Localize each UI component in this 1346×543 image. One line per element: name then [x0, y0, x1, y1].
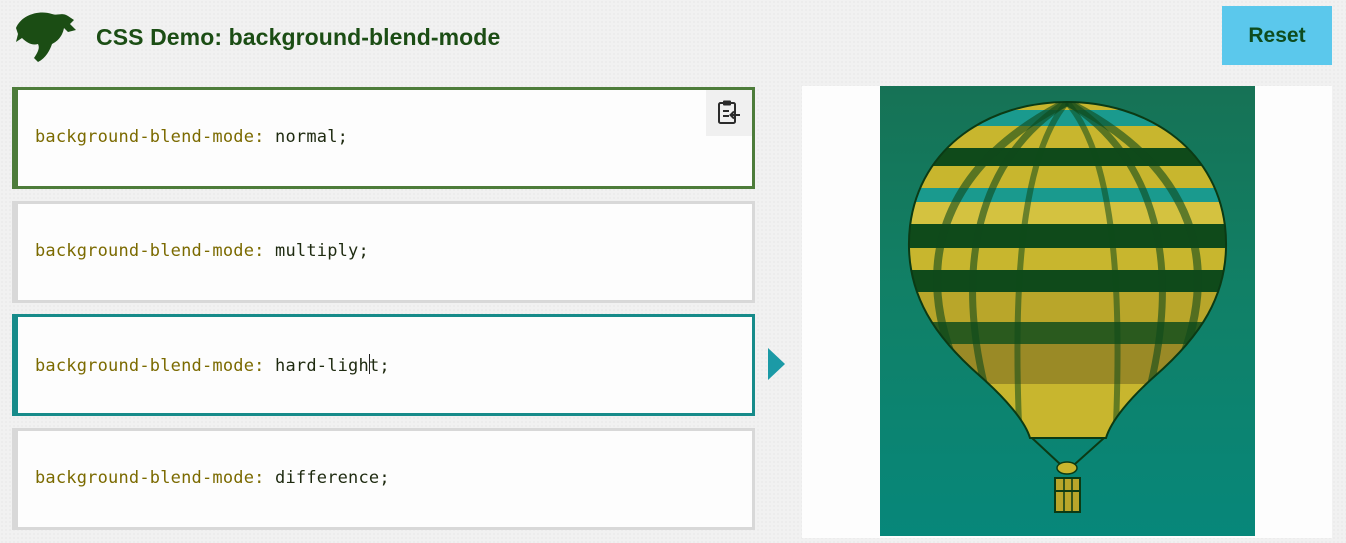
property-value: difference [275, 468, 380, 488]
reset-button[interactable]: Reset [1222, 6, 1332, 65]
property-name: background-blend-mode: [35, 468, 265, 488]
option-code[interactable]: background-blend-mode: hard-light; [35, 354, 390, 376]
terminator: ; [379, 356, 390, 376]
option-normal[interactable]: background-blend-mode: normal; [12, 87, 755, 189]
option-code[interactable]: background-blend-mode: difference; [35, 468, 390, 488]
clipboard-copy-icon [718, 100, 740, 124]
play-arrow-icon [768, 348, 785, 380]
dino-logo-icon [16, 12, 76, 63]
property-name: background-blend-mode: [35, 356, 265, 376]
output-panel [802, 86, 1332, 538]
property-value-before-caret: hard-ligh [275, 356, 369, 376]
terminator: ; [358, 241, 369, 261]
property-value: normal [275, 127, 338, 147]
option-multiply[interactable]: background-blend-mode: multiply; [12, 201, 755, 303]
hot-air-balloon-image [880, 86, 1255, 536]
page-title: CSS Demo: background-blend-mode [96, 24, 501, 50]
copy-button[interactable] [706, 90, 752, 136]
option-code[interactable]: background-blend-mode: normal; [35, 127, 348, 147]
property-value: multiply [275, 241, 359, 261]
header: CSS Demo: background-blend-mode Reset [0, 0, 1346, 78]
option-hard-light[interactable]: background-blend-mode: hard-light; [12, 314, 755, 416]
option-difference[interactable]: background-blend-mode: difference; [12, 428, 755, 530]
property-name: background-blend-mode: [35, 127, 265, 147]
terminator: ; [337, 127, 349, 147]
property-name: background-blend-mode: [35, 241, 265, 261]
balloon-illustration [907, 100, 1228, 513]
property-value-after-caret: t [368, 356, 380, 376]
terminator: ; [379, 468, 390, 488]
option-code[interactable]: background-blend-mode: multiply; [35, 241, 369, 261]
